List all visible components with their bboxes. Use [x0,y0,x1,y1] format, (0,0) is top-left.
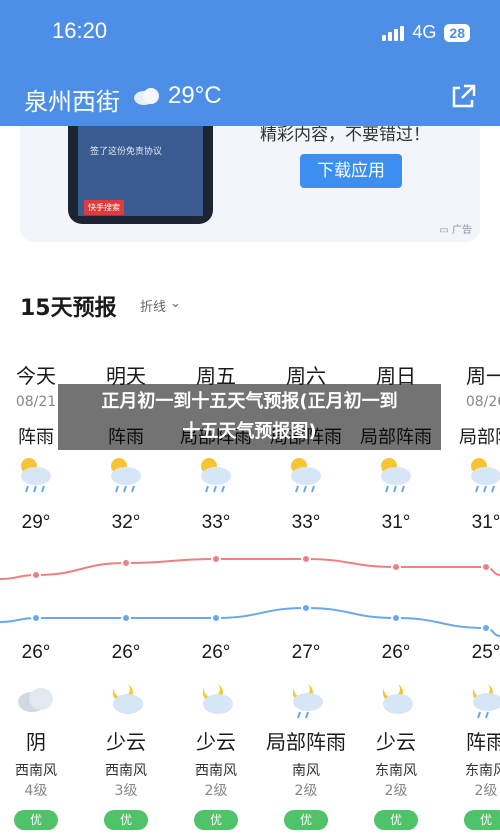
low-temp-point [31,613,41,623]
partly-cloudy-icon [374,678,418,722]
wind-direction: 南风 [292,763,320,779]
night-condition: 阵雨 [466,730,500,754]
image-caption-overlay: 正月初一到十五天气预报(正月初一到 十五天气预报图) [58,384,441,450]
ad-tag: ▭ 广告 [439,225,472,236]
signal-icon [382,25,405,41]
chart-toggle-label: 折线 [140,300,167,315]
partly-cloudy-icon [104,678,148,722]
night-condition: 阴 [26,730,46,754]
shower-icon [374,452,418,496]
share-icon[interactable] [448,82,478,112]
high-temp-point [121,558,131,568]
night-condition: 少云 [376,730,416,754]
clock: 16:20 [52,18,108,43]
shower-night-icon [284,678,328,722]
cloudy-icon [14,678,58,722]
wind-level: 3级 [114,783,138,799]
ad-phone-image: 签了这份免责协议 快手搜索 [68,126,213,224]
chart-toggle[interactable]: 折线 ⌄ [140,296,181,315]
low-temp-point [211,613,221,623]
low-temp-point [121,613,131,623]
low-temp-point [391,613,401,623]
aqi-badge: 优 [284,810,328,830]
night-condition: 局部阵雨 [266,730,346,754]
high-temp-point [391,562,401,572]
low-temperature: 26° [111,642,141,663]
ad-phone-text: 签了这份免责协议 [90,147,163,157]
day-label: 周一 [466,364,500,388]
shower-night-icon [464,678,500,722]
ad-banner[interactable]: 签了这份免责协议 快手搜索 精彩内容，不要错过！ 下载应用 ▭ 广告 [20,126,480,242]
day-condition: 局部阵 [459,427,500,448]
wind-level: 2级 [474,783,498,799]
wind-level: 2级 [204,783,228,799]
shower-icon [14,452,58,496]
aqi-badge: 优 [104,810,148,830]
night-condition: 少云 [196,730,236,754]
caption-line-1: 正月初一到十五天气预报(正月初一到 [101,391,398,412]
low-temperature: 26° [381,642,411,663]
chevron-down-icon: ⌄ [170,296,181,311]
high-temp-line [0,558,500,580]
wind-direction: 西南风 [195,763,237,779]
current-temperature: 29°C [168,82,222,109]
low-temperature: 27° [291,642,321,663]
shower-icon [194,452,238,496]
low-temp-point [481,623,491,633]
wind-direction: 西南风 [105,763,147,779]
partly-cloudy-icon [194,678,238,722]
wind-direction: 西南风 [15,763,57,779]
aqi-badge: 优 [14,810,58,830]
battery-icon: 28 [444,23,470,42]
ad-phone-chip: 快手搜索 [84,200,124,215]
high-temp-point [301,554,311,564]
ad-title: 精彩内容，不要错过！ [260,126,430,145]
weather-header: 泉州西街 29°C [0,70,500,126]
high-temp-point [481,562,491,572]
wind-direction: 东南风 [465,763,500,779]
low-temp-point [301,603,311,613]
caption-line-2: 十五天气预报图) [182,421,317,442]
city-name[interactable]: 泉州西街 [24,82,120,117]
high-temp-point [31,570,41,580]
network-type: 4G [412,22,437,42]
low-temperature: 26° [21,642,51,663]
temperature-chart [0,554,500,637]
ad-tag-label: 广告 [452,225,472,236]
low-temp-line [0,606,500,637]
wind-level: 2级 [384,783,408,799]
wind-level: 2级 [294,783,318,799]
current-weather: 29°C [132,82,222,110]
shower-icon [464,452,500,496]
shower-icon [104,452,148,496]
aqi-badge: 优 [464,810,500,830]
wind-level: 4级 [24,783,48,799]
shower-icon [284,452,328,496]
aqi-badge: 优 [194,810,238,830]
wind-direction: 东南风 [375,763,417,779]
date-label: 08/26 [465,394,500,410]
night-condition: 少云 [106,730,146,754]
low-temperature: 25° [471,642,500,663]
aqi-badge: 优 [374,810,418,830]
system-indicators: 4G 28 [382,22,470,43]
status-bar: 16:20 4G 28 [0,0,500,70]
download-app-button[interactable]: 下载应用 [300,154,402,188]
cloud-icon [134,88,159,105]
high-temp-point [211,554,221,564]
forecast-title: 15天预报 [20,296,117,321]
low-temperature: 26° [201,642,231,663]
